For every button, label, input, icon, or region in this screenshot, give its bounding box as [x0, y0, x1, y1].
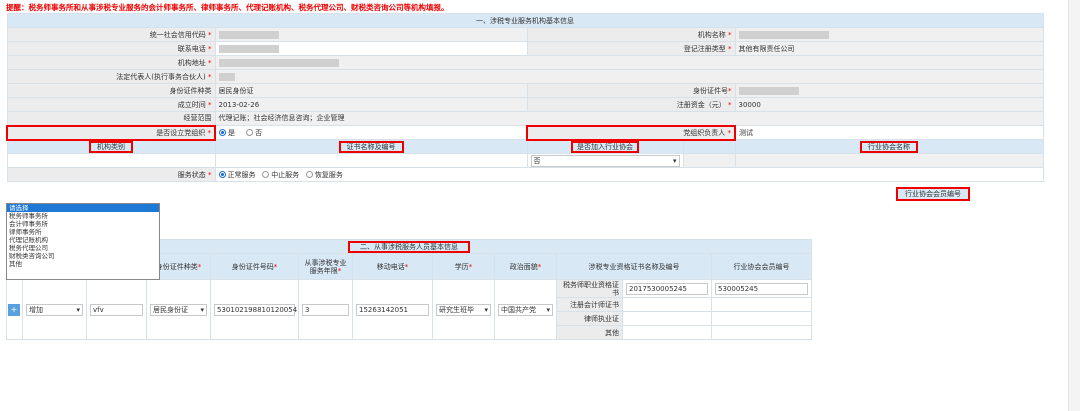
join-assoc-select[interactable]: 否 ▾: [530, 154, 680, 167]
add-row-icon[interactable]: +: [8, 303, 20, 316]
party-org-no-label: 否: [255, 128, 263, 137]
cert-input[interactable]: [214, 153, 528, 168]
service-status-radio-group: 正常服务 中止服务 恢复服务: [214, 167, 1044, 182]
legal-rep-label: 法定代表人(执行事务合伙人): [116, 72, 206, 81]
col-mobile: 移动电话: [376, 262, 405, 271]
org-type-option[interactable]: 律师事务所: [7, 228, 159, 236]
id-type-select[interactable]: 居民身份证 ▾: [150, 303, 207, 316]
capital-value: 30000: [734, 97, 1044, 112]
id-no-input[interactable]: 530102198810120054: [214, 303, 297, 316]
col-qual: 涉税专业资格证书名称及编号: [556, 253, 712, 280]
phone-input[interactable]: [214, 41, 528, 56]
qual-name: 注册会计师证书: [556, 297, 623, 312]
id-no-label: 身份证件号: [693, 86, 728, 95]
party-org-radio-group: 是 否: [214, 125, 528, 140]
party-leader-label: 党组织负责人: [683, 128, 726, 137]
party-org-yes-radio[interactable]: [219, 129, 226, 136]
warning-text: 提醒：税务师事务所和从事涉税专业服务的会计师事务所、律师事务所、代理记账机构、税…: [6, 3, 449, 12]
phone-label: 联系电话: [177, 44, 206, 53]
vertical-scrollbar[interactable]: [1068, 0, 1080, 411]
org-info-table: 一、涉税专业服务机构基本信息 统一社会信用代码 * 机构名称 * 联系电话 * …: [6, 13, 1044, 182]
cert-header: 证书名称及编号: [338, 140, 404, 153]
chevron-down-icon: ▾: [546, 305, 550, 314]
established-label: 成立时间: [177, 100, 206, 109]
scope-value: 代理记账；社会经济信息咨询；企业管理: [214, 111, 1044, 126]
status-resume-label: 恢复服务: [314, 170, 343, 179]
member-no-input[interactable]: [711, 297, 812, 312]
member-no-input[interactable]: [711, 311, 812, 326]
member-no-input[interactable]: 530005245: [715, 282, 808, 295]
chevron-down-icon: ▾: [76, 305, 80, 314]
service-status-label: 服务状态: [177, 170, 206, 179]
id-type-label: 身份证件种类: [6, 83, 216, 98]
org-name-label: 机构名称: [697, 30, 726, 39]
org-type-option[interactable]: 请选择: [7, 204, 159, 212]
status-normal-label: 正常服务: [227, 170, 256, 179]
org-type-option[interactable]: 税务代理公司: [7, 244, 159, 252]
member-no-input[interactable]: [711, 325, 812, 340]
mobile-input[interactable]: 15263142051: [356, 303, 429, 316]
established-value: 2013-02-26: [214, 97, 528, 112]
org-type-option[interactable]: 会计师事务所: [7, 220, 159, 228]
status-suspend-label: 中止服务: [271, 170, 300, 179]
education-select[interactable]: 研究生班毕 ▾: [436, 303, 491, 316]
capital-label: 注册资金（元）: [676, 100, 726, 109]
credit-code-value: [214, 27, 528, 42]
org-type-option[interactable]: 税务师事务所: [7, 212, 159, 220]
col-education: 学历: [454, 262, 469, 271]
join-assoc-header: 是否加入行业协会: [571, 140, 639, 153]
status-suspend-radio[interactable]: [262, 171, 270, 178]
col-id-type: 身份证件种类: [155, 262, 198, 271]
years-input[interactable]: 3: [302, 303, 349, 316]
qual-no-input[interactable]: [622, 297, 712, 312]
id-type-value: 居民身份证: [214, 83, 528, 98]
politics-select[interactable]: 中国共产党 ▾: [498, 303, 553, 316]
chevron-down-icon: ▾: [484, 305, 488, 314]
assoc-member-header: 行业协会会员编号: [896, 187, 970, 201]
org-type-option[interactable]: 代理记账机构: [7, 236, 159, 244]
chevron-down-icon: ▾: [200, 305, 204, 314]
qual-no-input[interactable]: 2017530005245: [626, 282, 708, 295]
qual-name: 律师执业证: [556, 311, 623, 326]
address-label: 机构地址: [177, 58, 206, 67]
org-type-select[interactable]: [6, 153, 216, 168]
col-member-no: 行业协会会员编号: [711, 253, 812, 280]
chevron-down-icon: ▾: [672, 156, 677, 165]
id-no-value: [734, 83, 1044, 98]
org-name-value: [734, 27, 1044, 42]
col-politics: 政治面貌: [509, 262, 538, 271]
assoc-name-header: 行业协会名称: [860, 140, 918, 153]
section1-title: 一、涉税专业服务机构基本信息: [6, 13, 1044, 28]
status-normal-radio[interactable]: [218, 171, 226, 178]
reg-type-label: 登记注册类型: [683, 44, 726, 53]
org-type-option[interactable]: 其他: [7, 260, 159, 268]
section2-title: 二、从事涉税服务人员基本信息: [348, 240, 470, 253]
party-leader-input[interactable]: 测试: [734, 125, 1044, 140]
col-id-no: 身份证件号码: [231, 262, 274, 271]
action-select[interactable]: 增加 ▾: [26, 303, 83, 316]
qual-no-input[interactable]: [622, 311, 712, 326]
legal-rep-value: [214, 69, 1044, 84]
org-type-header: 机构类别: [89, 140, 133, 153]
qual-name: 其他: [556, 325, 623, 340]
name-input[interactable]: vfv: [90, 303, 143, 316]
org-type-dropdown[interactable]: 请选择 税务师事务所 会计师事务所 律师事务所 代理记账机构 税务代理公司 财税…: [6, 203, 160, 280]
party-org-yes-label: 是: [228, 128, 235, 137]
qual-no-input[interactable]: [622, 325, 712, 340]
party-org-label: 是否设立党组织: [156, 128, 206, 137]
address-value: [214, 55, 1044, 70]
scope-label: 经营范围: [6, 111, 216, 126]
status-resume-radio[interactable]: [305, 171, 313, 178]
assoc-name-value: [734, 153, 1044, 168]
reg-type-value: 其他有限责任公司: [734, 41, 1044, 56]
credit-code-label: 统一社会信用代码: [149, 30, 206, 39]
party-org-no-radio[interactable]: [246, 129, 254, 136]
org-type-option[interactable]: 财税类咨询公司: [7, 252, 159, 260]
qual-name: 税务师职业资格证书: [556, 279, 623, 298]
